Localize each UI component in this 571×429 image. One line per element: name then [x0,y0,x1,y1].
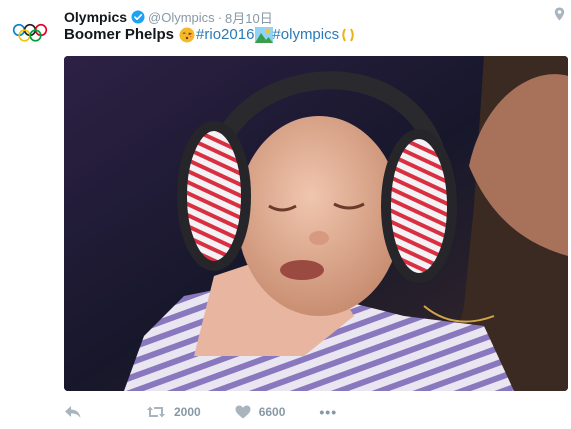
retweet-icon [146,405,166,419]
tweet-photo[interactable] [64,56,568,391]
tweet-text-bold: Boomer Phelps [64,26,175,43]
tweet-header: Olympics @Olympics · 8月10日 [64,8,273,26]
author-handle[interactable]: @Olympics [148,10,215,25]
landscape-emoji-icon [255,26,274,43]
hashtag-olympics[interactable]: #olympics [272,26,339,43]
tweet-text: Boomer Phelps #rio2016 #olympics [64,26,357,43]
tweet-actions: 2000 6600 ••• [64,402,337,422]
more-icon: ••• [319,404,338,420]
verified-badge-icon [131,10,145,24]
location-pin-icon[interactable] [554,7,565,21]
like-button[interactable]: 6600 [235,405,286,419]
kissing-face-emoji-icon [179,27,195,43]
retweet-button[interactable]: 2000 [146,405,201,419]
like-count: 6600 [258,405,286,419]
olympic-rings-icon[interactable] [12,22,48,44]
hashtag-rio2016[interactable]: #rio2016 [196,26,254,43]
reply-button[interactable] [64,405,82,419]
reply-icon [64,405,82,419]
laurel-emoji-icon [340,27,356,43]
separator: · [217,9,223,25]
more-button[interactable]: ••• [319,404,337,420]
retweet-count: 2000 [174,405,201,419]
author-name[interactable]: Olympics [64,9,127,25]
heart-icon [235,405,251,419]
timestamp[interactable]: 8月10日 [225,8,273,27]
